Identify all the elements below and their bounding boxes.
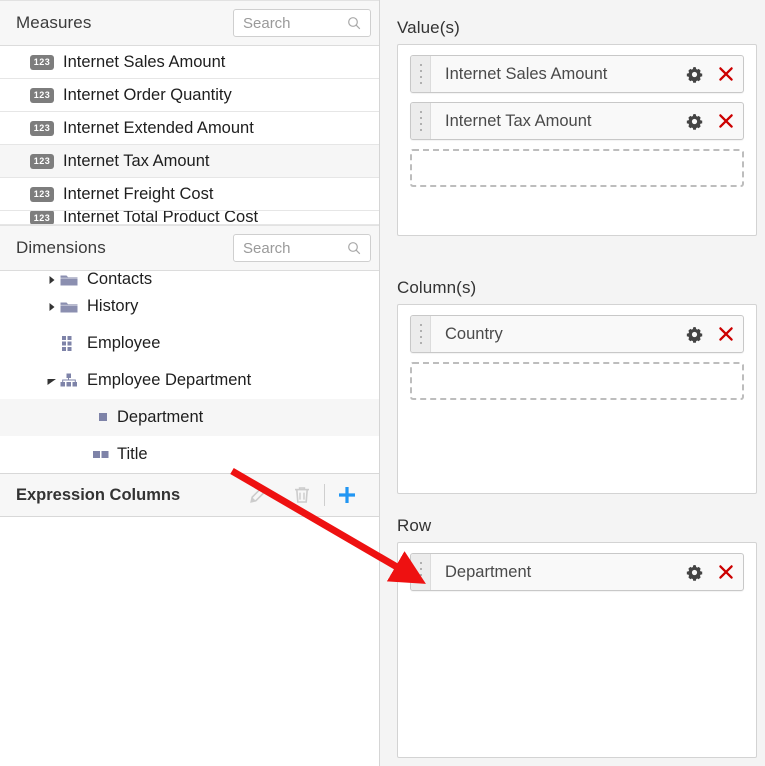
tree-item-label: Employee Department [87, 371, 252, 389]
dimensions-tree[interactable]: Contacts History Employee Employee Depar… [0, 271, 379, 473]
values-field-pill[interactable]: Internet Sales Amount [410, 55, 744, 93]
measure-item-label: Internet Total Product Cost [63, 211, 259, 225]
add-expression-button[interactable] [325, 473, 369, 517]
close-x-icon[interactable] [709, 113, 743, 129]
expression-columns-title: Expression Columns [16, 485, 181, 504]
measure-item[interactable]: 123 Internet Tax Amount [0, 145, 379, 178]
values-zone-title: Value(s) [397, 18, 460, 37]
rows-field-pill[interactable]: Department [410, 553, 744, 591]
folder-icon [58, 300, 80, 314]
tree-item-label: Contacts [87, 271, 153, 288]
tree-item-title[interactable]: Title [0, 436, 379, 473]
rows-zone-title: Row [397, 516, 432, 535]
expression-columns-actions [236, 474, 369, 516]
close-x-icon[interactable] [709, 564, 743, 580]
tree-item-label: Department [117, 408, 204, 426]
columns-zone: Column(s) Country [397, 278, 757, 494]
gear-icon[interactable] [679, 113, 709, 130]
tree-item-department[interactable]: Department [0, 399, 379, 436]
values-field-label: Internet Tax Amount [445, 111, 592, 130]
gear-icon[interactable] [679, 66, 709, 83]
measure-item-label: Internet Tax Amount [63, 151, 210, 170]
tree-item-label: Title [117, 445, 148, 463]
columns-field-pill[interactable]: Country [410, 315, 744, 353]
measure-item[interactable]: 123 Internet Sales Amount [0, 46, 379, 79]
chevron-right-icon[interactable] [46, 301, 58, 313]
tree-item-label: History [87, 297, 139, 315]
measure-item[interactable]: 123 Internet Extended Amount [0, 112, 379, 145]
number-123-icon: 123 [30, 211, 54, 224]
drag-handle-icon[interactable] [411, 316, 431, 352]
measures-header: Measures Search [0, 0, 379, 46]
close-x-icon[interactable] [709, 326, 743, 342]
rows-zone: Row Department [397, 516, 757, 758]
columns-field-label: Country [445, 324, 503, 343]
chevron-right-icon[interactable] [46, 274, 58, 286]
folder-icon [58, 273, 80, 287]
drag-handle-icon[interactable] [411, 554, 431, 590]
chevron-down-icon[interactable] [46, 375, 58, 387]
tree-item-contacts[interactable]: Contacts [0, 271, 379, 288]
values-zone: Value(s) Internet Sales Amount Internet … [397, 18, 757, 236]
measure-item-label: Internet Freight Cost [63, 184, 214, 203]
measures-search-input[interactable]: Search [233, 9, 371, 37]
dimensions-search-placeholder: Search [243, 239, 291, 257]
close-x-icon[interactable] [709, 66, 743, 82]
columns-zone-title: Column(s) [397, 278, 477, 297]
measures-search-placeholder: Search [243, 14, 291, 32]
columns-zone-box[interactable]: Country [397, 304, 757, 494]
measure-item-label: Internet Sales Amount [63, 52, 226, 71]
measure-item[interactable]: 123 Internet Order Quantity [0, 79, 379, 112]
tree-item-employee[interactable]: Employee [0, 325, 379, 362]
pivot-axes-panel: Value(s) Internet Sales Amount Internet … [381, 0, 765, 766]
pivot-field-configuration-screen: Measures Search 123 Internet Sales Amoun… [0, 0, 765, 766]
columns-dropzone[interactable] [410, 362, 744, 400]
measure-item[interactable]: 123 Internet Total Product Cost [0, 211, 379, 225]
measures-title: Measures [16, 13, 92, 32]
dimensions-title: Dimensions [16, 238, 106, 257]
field-source-panel: Measures Search 123 Internet Sales Amoun… [0, 0, 380, 766]
number-123-icon: 123 [30, 54, 54, 70]
measure-item-label: Internet Extended Amount [63, 118, 254, 137]
values-dropzone[interactable] [410, 149, 744, 187]
rows-field-label: Department [445, 562, 532, 581]
hierarchy-icon [58, 373, 80, 388]
search-icon [347, 16, 361, 30]
attribute-double-square-icon [92, 450, 110, 459]
values-field-pill[interactable]: Internet Tax Amount [410, 102, 744, 140]
tree-item-employee-department[interactable]: Employee Department [0, 362, 379, 399]
dimensions-header: Dimensions Search [0, 225, 379, 271]
gear-icon[interactable] [679, 564, 709, 581]
values-field-label: Internet Sales Amount [445, 64, 608, 83]
tree-item-label: Employee [87, 334, 161, 352]
drag-handle-icon[interactable] [411, 56, 431, 92]
number-123-icon: 123 [30, 153, 54, 169]
number-123-icon: 123 [30, 120, 54, 136]
gear-icon[interactable] [679, 326, 709, 343]
drag-handle-icon[interactable] [411, 103, 431, 139]
expression-columns-header: Expression Columns [0, 473, 379, 517]
expression-columns-list[interactable] [0, 517, 379, 737]
dimension-grid-icon [58, 336, 80, 351]
dimensions-search-input[interactable]: Search [233, 234, 371, 262]
attribute-square-icon [96, 413, 110, 422]
tree-item-history[interactable]: History [0, 288, 379, 325]
values-zone-box[interactable]: Internet Sales Amount Internet Tax Amoun… [397, 44, 757, 236]
measures-list[interactable]: 123 Internet Sales Amount 123 Internet O… [0, 46, 379, 225]
search-icon [347, 241, 361, 255]
number-123-icon: 123 [30, 186, 54, 202]
rows-zone-box[interactable]: Department [397, 542, 757, 758]
delete-expression-button[interactable] [280, 473, 324, 517]
measure-item[interactable]: 123 Internet Freight Cost [0, 178, 379, 211]
edit-expression-button[interactable] [236, 473, 280, 517]
measure-item-label: Internet Order Quantity [63, 85, 232, 104]
number-123-icon: 123 [30, 87, 54, 103]
